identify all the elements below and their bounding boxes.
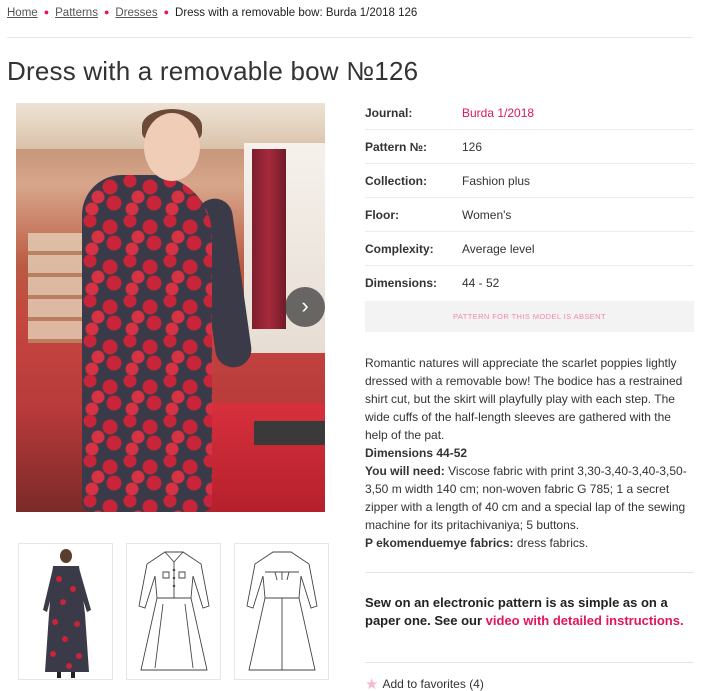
bullet-icon: ● — [163, 7, 170, 17]
breadcrumb-patterns[interactable]: Patterns — [55, 7, 98, 19]
spec-label: Collection: — [365, 174, 427, 188]
breadcrumb-home[interactable]: Home — [7, 7, 38, 19]
pattern-absent-button[interactable]: PATTERN FOR THIS MODEL IS ABSENT — [365, 301, 694, 332]
electronic-pattern-note: Sew on an electronic pattern is as simpl… — [365, 594, 705, 630]
bullet-icon: ● — [43, 7, 50, 17]
photo-head — [144, 113, 200, 181]
back-sketch-thumbnail — [246, 551, 318, 671]
front-sketch-thumbnail — [138, 551, 210, 671]
spec-value: Fashion plus — [462, 174, 531, 188]
favorites-label: Add to favorites — [382, 677, 466, 691]
spec-value: 44 - 52 — [462, 276, 500, 290]
dress-photo-thumbnail — [19, 544, 112, 679]
star-icon: ★ — [365, 676, 379, 691]
chevron-right-icon: › — [301, 293, 309, 318]
spec-value: Average level — [462, 242, 535, 256]
spec-row-collection: Collection: Fashion plus — [365, 164, 694, 198]
spec-label: Journal: — [365, 106, 413, 120]
photo-dress — [82, 175, 212, 512]
thumbnail-photo[interactable] — [18, 543, 113, 680]
add-to-favorites-button[interactable]: ★ Add to favorites (4) — [365, 674, 484, 691]
spec-row-journal: Journal: Burda 1/2018 — [365, 96, 694, 130]
journal-link[interactable]: Burda 1/2018 — [462, 106, 534, 120]
spec-label: Floor: — [365, 208, 399, 222]
dimensions-line: Dimensions 44-52 — [365, 446, 468, 460]
video-instructions-link[interactable]: video with detailed instructions. — [486, 613, 684, 628]
spec-label: Dimensions: — [365, 276, 438, 290]
thumbnail-back-sketch[interactable] — [234, 543, 329, 680]
divider — [7, 37, 693, 38]
breadcrumb: Home ● Patterns ● Dresses ● Dress with a remov… — [7, 7, 417, 19]
bullet-icon: ● — [103, 7, 110, 17]
description-intro: Romantic natures will appreciate the sca… — [365, 356, 683, 442]
spec-row-pattern-number: Pattern №: 126 — [365, 130, 694, 164]
photo-curtain — [252, 149, 286, 329]
spec-label: Complexity: — [365, 242, 434, 256]
breadcrumb-current: Dress with a removable bow: Burda 1/2018… — [175, 7, 418, 19]
divider — [365, 662, 694, 663]
spec-label: Pattern №: — [365, 140, 428, 154]
fabrics-label: P ekomenduemye fabrics: — [365, 536, 514, 550]
breadcrumb-dresses[interactable]: Dresses — [115, 7, 157, 19]
product-description: Romantic natures will appreciate the sca… — [365, 354, 695, 552]
you-need-label: You will need: — [365, 464, 445, 478]
photo-table — [254, 421, 325, 445]
spec-row-dimensions: Dimensions: 44 - 52 — [365, 266, 694, 300]
divider — [365, 572, 694, 573]
page-title: Dress with a removable bow №126 — [7, 56, 419, 86]
spec-value: 126 — [462, 140, 483, 154]
spec-value: Women's — [462, 208, 512, 222]
fabrics-text: dress fabrics. — [513, 536, 589, 550]
thumbnail-front-sketch[interactable] — [126, 543, 221, 680]
favorites-count: (4) — [469, 677, 484, 691]
spec-row-complexity: Complexity: Average level — [365, 232, 694, 266]
next-image-button[interactable]: › — [285, 287, 325, 327]
spec-row-floor: Floor: Women's — [365, 198, 694, 232]
main-product-photo[interactable] — [16, 103, 325, 512]
